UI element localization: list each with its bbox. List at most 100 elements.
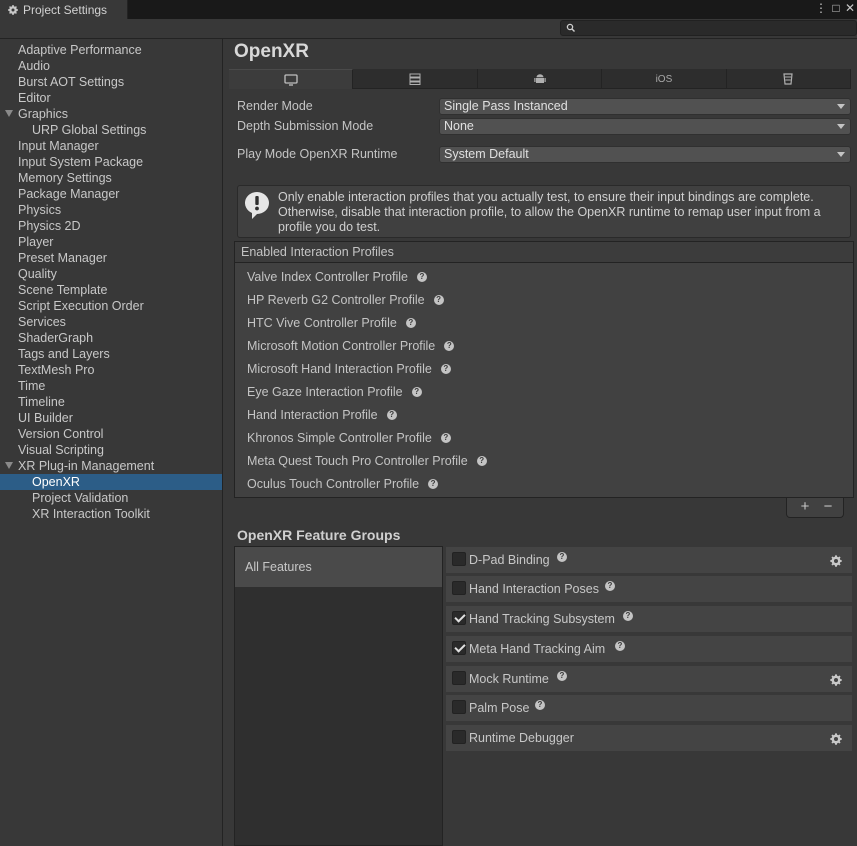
tab-server[interactable] bbox=[353, 69, 478, 89]
nav-item-player[interactable]: Player bbox=[0, 234, 222, 250]
feature-checkbox[interactable] bbox=[452, 671, 466, 685]
close-icon[interactable]: ✕ bbox=[843, 0, 857, 16]
gear-icon[interactable] bbox=[829, 732, 843, 746]
nav-item-xr-plugin[interactable]: XR Plug-in Management bbox=[0, 458, 222, 474]
expand-caret-icon[interactable] bbox=[5, 110, 13, 117]
expand-caret-icon[interactable] bbox=[5, 462, 13, 469]
tab-ios[interactable]: iOS bbox=[602, 69, 727, 89]
nav-item-preset-manager[interactable]: Preset Manager bbox=[0, 250, 222, 266]
nav-item-editor[interactable]: Editor bbox=[0, 90, 222, 106]
gear-icon bbox=[8, 4, 18, 15]
help-icon[interactable]: ? bbox=[416, 272, 427, 282]
nav-item-shadergraph[interactable]: ShaderGraph bbox=[0, 330, 222, 346]
project-settings-tab[interactable]: Project Settings bbox=[0, 0, 128, 19]
nav-item-memory[interactable]: Memory Settings bbox=[0, 170, 222, 186]
feature-checkbox[interactable] bbox=[452, 552, 466, 566]
feature-group-all[interactable]: All Features bbox=[235, 547, 442, 587]
help-icon[interactable]: ? bbox=[557, 552, 567, 562]
profile-label: HP Reverb G2 Controller Profile bbox=[247, 293, 425, 307]
desktop-icon bbox=[284, 73, 298, 86]
profile-label: Eye Gaze Interaction Profile bbox=[247, 385, 403, 399]
nav-item-visual-scripting[interactable]: Visual Scripting bbox=[0, 442, 222, 458]
list-item[interactable]: Hand Interaction Profile? bbox=[247, 407, 397, 423]
profile-label: HTC Vive Controller Profile bbox=[247, 316, 397, 330]
list-item[interactable]: Valve Index Controller Profile? bbox=[247, 269, 427, 285]
runtime-dropdown[interactable]: System Default bbox=[439, 146, 851, 163]
render-mode-value: Single Pass Instanced bbox=[444, 99, 568, 113]
nav-item-textmesh-pro[interactable]: TextMesh Pro bbox=[0, 362, 222, 378]
nav-item-xr-interaction-toolkit[interactable]: XR Interaction Toolkit bbox=[0, 506, 222, 522]
gear-icon[interactable] bbox=[829, 673, 843, 687]
profile-label: Hand Interaction Profile bbox=[247, 408, 378, 422]
search-row bbox=[0, 19, 857, 39]
depth-submission-row: Depth Submission Mode None bbox=[237, 118, 851, 135]
help-icon[interactable]: ? bbox=[444, 341, 455, 351]
feature-label: D-Pad Binding bbox=[469, 553, 550, 567]
help-icon[interactable]: ? bbox=[405, 318, 416, 328]
tab-standalone[interactable] bbox=[229, 69, 354, 89]
gear-icon[interactable] bbox=[829, 554, 843, 568]
nav-item-burst-aot[interactable]: Burst AOT Settings bbox=[0, 74, 222, 90]
help-icon[interactable]: ? bbox=[440, 364, 451, 374]
tab-android[interactable] bbox=[478, 69, 603, 89]
nav-item-package-manager[interactable]: Package Manager bbox=[0, 186, 222, 202]
nav-item-services[interactable]: Services bbox=[0, 314, 222, 330]
tab-webgl[interactable] bbox=[727, 69, 852, 89]
help-icon[interactable]: ? bbox=[411, 387, 422, 397]
feature-row: Palm Pose ? bbox=[446, 695, 852, 721]
nav-item-input-manager[interactable]: Input Manager bbox=[0, 138, 222, 154]
search-input[interactable] bbox=[560, 20, 857, 36]
feature-checkbox[interactable] bbox=[452, 611, 466, 625]
nav-item-version-control[interactable]: Version Control bbox=[0, 426, 222, 442]
nav-item-quality[interactable]: Quality bbox=[0, 266, 222, 282]
nav-item-urp-global[interactable]: URP Global Settings bbox=[0, 122, 222, 138]
nav-item-time[interactable]: Time bbox=[0, 378, 222, 394]
help-icon[interactable]: ? bbox=[476, 456, 487, 466]
depth-submission-dropdown[interactable]: None bbox=[439, 118, 851, 135]
list-item[interactable]: Khronos Simple Controller Profile? bbox=[247, 430, 451, 446]
help-icon[interactable]: ? bbox=[623, 611, 633, 621]
nav-item-graphics[interactable]: Graphics bbox=[0, 106, 222, 122]
help-icon[interactable]: ? bbox=[428, 479, 439, 489]
nav-item-ui-builder[interactable]: UI Builder bbox=[0, 410, 222, 426]
help-icon[interactable]: ? bbox=[615, 641, 625, 651]
nav-item-scene-template[interactable]: Scene Template bbox=[0, 282, 222, 298]
nav-item-adaptive-performance[interactable]: Adaptive Performance bbox=[0, 42, 222, 58]
list-item[interactable]: HTC Vive Controller Profile? bbox=[247, 315, 416, 331]
feature-checkbox[interactable] bbox=[452, 730, 466, 744]
nav-item-openxr[interactable]: OpenXR bbox=[0, 474, 222, 490]
help-icon[interactable]: ? bbox=[535, 700, 545, 710]
help-icon[interactable]: ? bbox=[386, 410, 397, 420]
profile-label: Microsoft Hand Interaction Profile bbox=[247, 362, 432, 376]
profiles-header: Enabled Interaction Profiles bbox=[234, 241, 854, 262]
nav-item-script-execution[interactable]: Script Execution Order bbox=[0, 298, 222, 314]
render-mode-dropdown[interactable]: Single Pass Instanced bbox=[439, 98, 851, 115]
nav-item-input-system[interactable]: Input System Package bbox=[0, 154, 222, 170]
window-title: Project Settings bbox=[23, 2, 108, 17]
list-item[interactable]: Eye Gaze Interaction Profile? bbox=[247, 384, 422, 400]
help-icon[interactable]: ? bbox=[557, 671, 567, 681]
android-icon bbox=[533, 74, 546, 83]
remove-profile-button[interactable]: − bbox=[820, 499, 836, 515]
list-item[interactable]: HP Reverb G2 Controller Profile? bbox=[247, 292, 444, 308]
list-item[interactable]: Microsoft Hand Interaction Profile? bbox=[247, 361, 451, 377]
list-item[interactable]: Microsoft Motion Controller Profile? bbox=[247, 338, 455, 354]
help-icon[interactable]: ? bbox=[605, 581, 615, 591]
nav-item-physics[interactable]: Physics bbox=[0, 202, 222, 218]
maximize-icon[interactable]: □ bbox=[829, 0, 843, 16]
nav-item-physics-2d[interactable]: Physics 2D bbox=[0, 218, 222, 234]
list-item[interactable]: Meta Quest Touch Pro Controller Profile? bbox=[247, 453, 487, 469]
list-item[interactable]: Oculus Touch Controller Profile? bbox=[247, 476, 439, 492]
feature-checkbox[interactable] bbox=[452, 581, 466, 595]
nav-item-audio[interactable]: Audio bbox=[0, 58, 222, 74]
help-icon[interactable]: ? bbox=[433, 295, 444, 305]
help-icon[interactable]: ? bbox=[440, 433, 451, 443]
more-menu-icon[interactable]: ⋮ bbox=[814, 0, 828, 16]
add-profile-button[interactable]: + bbox=[797, 499, 813, 515]
feature-checkbox[interactable] bbox=[452, 641, 466, 655]
nav-item-timeline[interactable]: Timeline bbox=[0, 394, 222, 410]
nav-item-project-validation[interactable]: Project Validation bbox=[0, 490, 222, 506]
feature-label: Mock Runtime bbox=[469, 672, 549, 686]
nav-item-tags-layers[interactable]: Tags and Layers bbox=[0, 346, 222, 362]
feature-checkbox[interactable] bbox=[452, 700, 466, 714]
